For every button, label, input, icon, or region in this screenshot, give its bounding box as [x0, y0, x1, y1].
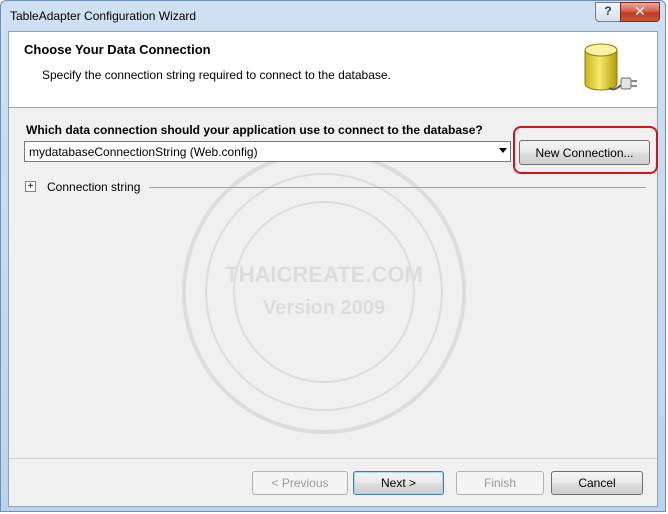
next-button[interactable]: Next >: [353, 471, 444, 495]
connection-string-label[interactable]: Connection string: [47, 180, 140, 194]
dropdown-arrow-icon[interactable]: [499, 148, 507, 153]
svg-text:THAICREATE.COM: THAICREATE.COM: [225, 262, 423, 287]
cancel-button[interactable]: Cancel: [551, 471, 643, 495]
title-bar[interactable]: TableAdapter Configuration Wizard ? ✕: [1, 1, 665, 31]
finish-button[interactable]: Finish: [456, 471, 544, 495]
divider: [149, 187, 646, 188]
page-subtitle: Specify the connection string required t…: [42, 68, 391, 82]
wizard-body: Choose Your Data Connection Specify the …: [8, 31, 658, 507]
close-button[interactable]: ✕: [620, 2, 660, 22]
expand-icon[interactable]: +: [25, 181, 36, 192]
page-title: Choose Your Data Connection: [24, 42, 211, 57]
new-connection-button[interactable]: New Connection...: [519, 140, 650, 165]
wizard-header: Choose Your Data Connection Specify the …: [9, 32, 657, 108]
window-title: TableAdapter Configuration Wizard: [10, 9, 197, 23]
wizard-window: TableAdapter Configuration Wizard ? ✕ Ch…: [0, 0, 666, 512]
svg-text:Version 2009: Version 2009: [263, 297, 385, 319]
selected-connection: mydatabaseConnectionString (Web.config): [29, 145, 258, 159]
close-icon: ✕: [634, 3, 646, 19]
data-connection-select[interactable]: mydatabaseConnectionString (Web.config): [24, 141, 511, 162]
connection-question-label: Which data connection should your applic…: [26, 123, 483, 137]
footer-divider: [9, 458, 657, 459]
previous-button[interactable]: < Previous: [252, 471, 348, 495]
help-icon: ?: [604, 4, 612, 18]
help-button[interactable]: ?: [595, 2, 621, 22]
database-with-plug-icon: [584, 43, 637, 91]
